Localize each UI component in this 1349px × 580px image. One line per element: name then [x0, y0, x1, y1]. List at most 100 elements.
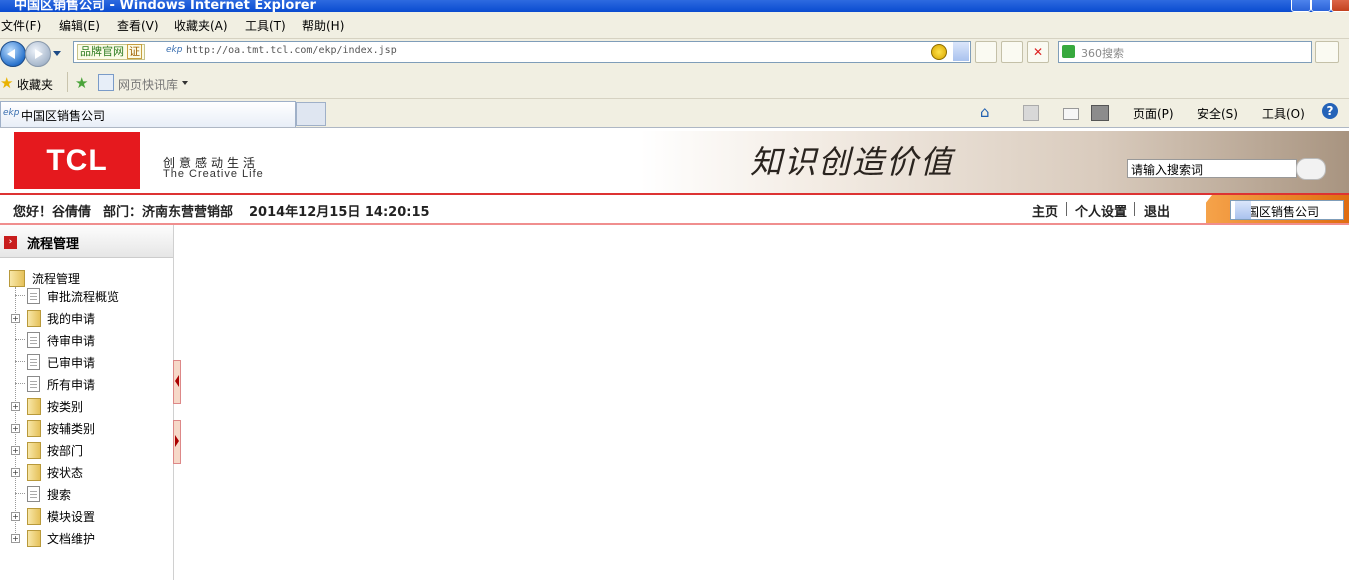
back-button[interactable] — [0, 41, 26, 67]
expand-icon[interactable]: + — [11, 512, 20, 521]
folder-icon — [27, 398, 41, 415]
tree-item-label: 按部门 — [47, 444, 84, 458]
tree-item-label: 待审申请 — [47, 334, 96, 348]
company-select[interactable]: 中国区销售公司 — [1230, 200, 1344, 220]
site-search-input[interactable]: 请输入搜索词 — [1127, 159, 1297, 178]
window-title: 中国区销售公司 - Windows Internet Explorer — [14, 0, 316, 12]
process-tree: 审批流程概览 + 我的申请 待审申请 已审申请 所有申请 + 按类别 + 按辅类别 + 按部门 + 按状态… — [11, 287, 171, 557]
print-icon[interactable] — [1091, 105, 1109, 121]
document-icon — [27, 376, 40, 392]
site-search-placeholder: 请输入搜索词 — [1131, 163, 1204, 177]
feeds-icon[interactable] — [1023, 105, 1039, 121]
personal-settings-link[interactable]: 个人设置 — [1075, 201, 1127, 220]
stop-icon[interactable]: ✕ — [1027, 41, 1049, 63]
folder-icon — [27, 530, 41, 547]
sidebar-header: › 流程管理 — [0, 225, 173, 258]
expand-icon[interactable]: + — [11, 402, 20, 411]
user-greeting: 您好！谷倩倩 — [13, 205, 92, 220]
expand-sidebar-handle[interactable] — [173, 420, 181, 464]
close-window-button[interactable] — [1331, 0, 1349, 12]
expand-icon[interactable]: + — [11, 468, 20, 477]
home-icon[interactable]: ⌂ — [980, 103, 990, 121]
page-menu[interactable]: 页面(P) — [1133, 105, 1174, 122]
divider — [1134, 202, 1135, 216]
home-link[interactable]: 主页 — [1032, 201, 1058, 220]
menu-edit[interactable]: 编辑(E) — [59, 17, 100, 34]
tree-item-label: 我的申请 — [47, 312, 96, 326]
tree-connector — [15, 493, 25, 494]
menu-bar: 文件(F) 编辑(E) 查看(V) 收藏夹(A) 工具(T) 帮助(H) — [0, 12, 1349, 39]
brand-site-tag[interactable]: 品牌官网证 — [77, 44, 145, 60]
collapse-sidebar-handle[interactable] — [173, 360, 181, 404]
menu-help[interactable]: 帮助(H) — [302, 17, 344, 34]
divider — [1066, 202, 1067, 216]
mail-icon[interactable] — [1063, 108, 1079, 120]
chevron-down-icon[interactable] — [182, 81, 188, 85]
site-favicon-icon: ekp — [166, 45, 183, 55]
expand-icon[interactable]: + — [11, 446, 20, 455]
webslice-icon — [98, 74, 114, 91]
tcl-logo[interactable]: TCL — [14, 132, 140, 189]
logout-link[interactable]: 退出 — [1144, 201, 1170, 220]
chevron-right-icon: › — [4, 236, 17, 249]
webslice-gallery-link[interactable]: 网页快讯库 — [118, 76, 178, 93]
add-green-plus-icon[interactable] — [931, 44, 947, 60]
tree-item-label: 文档维护 — [47, 532, 96, 546]
sidebar-title: 流程管理 — [27, 237, 80, 252]
site-search-button[interactable] — [1296, 158, 1326, 180]
search-360-input[interactable]: 360搜索 — [1058, 41, 1312, 63]
document-icon — [27, 332, 40, 348]
add-favorite-icon[interactable]: ★ — [75, 74, 88, 92]
menu-file[interactable]: 文件(F) — [1, 17, 41, 34]
maximize-button[interactable] — [1311, 0, 1331, 12]
tools-menu[interactable]: 工具(O) — [1262, 105, 1305, 122]
forward-button[interactable] — [25, 41, 51, 67]
menu-tools[interactable]: 工具(T) — [245, 17, 286, 34]
tree-item-label: 审批流程概览 — [47, 290, 120, 304]
tree-item-label: 所有申请 — [47, 378, 96, 392]
folder-open-icon — [9, 270, 25, 287]
menu-favorites[interactable]: 收藏夹(A) — [174, 17, 228, 34]
tree-connector — [15, 295, 25, 296]
document-icon — [27, 486, 40, 502]
tree-item-label: 按状态 — [47, 466, 84, 480]
sidebar: › 流程管理 流程管理 审批流程概览 + 我的申请 待审申请 已审申请 所有申请 + 按类别 +… — [0, 225, 174, 580]
main-content-area — [181, 225, 1349, 580]
expand-icon[interactable]: + — [11, 314, 20, 323]
search-go-icon[interactable] — [1315, 41, 1339, 63]
tree-connector — [15, 361, 25, 362]
tree-item-label: 搜索 — [47, 488, 72, 502]
menu-view[interactable]: 查看(V) — [117, 17, 159, 34]
tree-root-label: 流程管理 — [32, 272, 81, 286]
history-dropdown-icon[interactable] — [53, 51, 61, 56]
tree-connector — [15, 339, 25, 340]
folder-icon — [27, 464, 41, 481]
help-icon[interactable]: ? — [1322, 103, 1338, 119]
expand-icon[interactable]: + — [11, 534, 20, 543]
address-dropdown-button[interactable] — [953, 42, 969, 61]
tree-item-label: 模块设置 — [47, 510, 96, 524]
divider — [67, 72, 68, 92]
tab-active[interactable]: ekp 中国区销售公司 — [0, 101, 296, 127]
safety-menu[interactable]: 安全(S) — [1197, 105, 1238, 122]
site-favicon-icon: ekp — [3, 108, 20, 118]
expand-icon[interactable]: + — [11, 424, 20, 433]
refresh-icon[interactable] — [1001, 41, 1023, 63]
tree-item-label: 已审申请 — [47, 356, 96, 370]
new-tab-button[interactable] — [296, 102, 326, 126]
compat-view-icon[interactable] — [975, 41, 997, 63]
user-info-bar: 您好！谷倩倩 部门：济南东营营销部 2014年12月15日 14:20:15 主… — [0, 193, 1349, 225]
tree-connector — [15, 383, 25, 384]
window-titlebar: 中国区销售公司 - Windows Internet Explorer — [0, 0, 1349, 12]
search-360-placeholder: 360搜索 — [1081, 47, 1124, 60]
cert-icon: 证 — [127, 44, 142, 59]
search-360-icon — [1062, 45, 1075, 58]
minimize-button[interactable] — [1291, 0, 1311, 12]
address-url: http://oa.tmt.tcl.com/ekp/index.jsp — [186, 45, 397, 56]
address-input[interactable]: 品牌官网证 ekp http://oa.tmt.tcl.com/ekp/inde… — [73, 41, 971, 63]
folder-icon — [27, 310, 41, 327]
folder-icon — [27, 442, 41, 459]
folder-icon — [27, 508, 41, 525]
favorites-button[interactable]: 收藏夹 — [17, 76, 53, 93]
site-banner: TCL 创意感动生活 The Creative Life 知识创造价值 请输入搜… — [0, 131, 1349, 193]
